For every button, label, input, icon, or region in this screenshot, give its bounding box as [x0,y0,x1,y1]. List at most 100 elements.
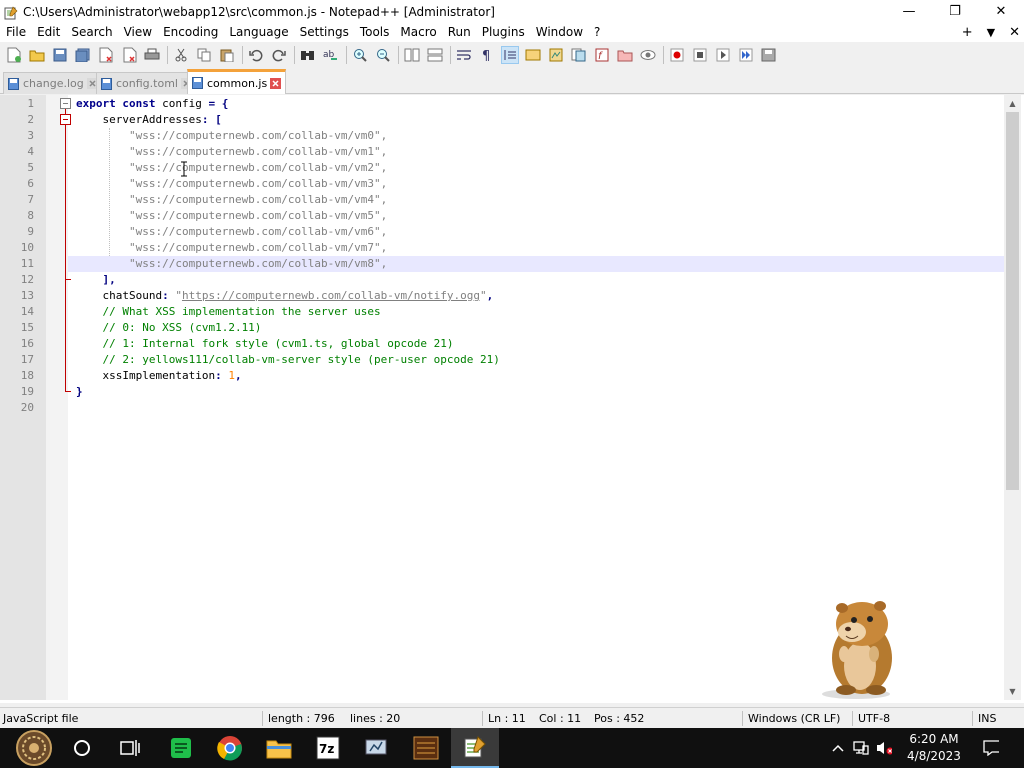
tab-close-icon[interactable] [270,77,282,89]
minimize-button[interactable]: — [886,0,932,23]
run-macro-multiple-icon[interactable] [737,46,755,64]
tab-change-log[interactable]: change.log [3,72,103,94]
cut-icon[interactable] [172,46,190,64]
toolbar: ab ¶ f [0,42,1024,67]
volume-muted-icon[interactable] [876,740,892,756]
open-file-icon[interactable] [28,46,46,64]
cortana-button[interactable] [58,728,106,768]
menu-tools[interactable]: Tools [354,23,395,42]
paste-icon[interactable] [218,46,236,64]
menu-plugins[interactable]: Plugins [476,23,530,42]
menu-view[interactable]: View [118,23,157,42]
scroll-up-arrow-icon[interactable]: ▲ [1004,95,1021,112]
word-wrap-icon[interactable] [455,46,473,64]
tab-config-toml[interactable]: config.toml [96,72,197,94]
function-list-icon[interactable]: f [593,46,611,64]
task-view-button[interactable] [106,728,154,768]
code-lines: 1 export const config = { 2 serverAddres… [21,96,1004,416]
toolbar-separator [346,45,347,64]
document-map-icon[interactable] [547,46,565,64]
line-number: 17 [20,353,34,366]
record-macro-icon[interactable] [668,46,686,64]
new-tab-button[interactable]: + [962,25,973,40]
menu-run[interactable]: Run [442,23,476,42]
taskbar-app-notepad-plus-plus[interactable] [451,728,499,768]
replace-icon[interactable]: ab [322,46,340,64]
hamster-desktop-pet-icon[interactable] [816,596,904,700]
menu-macro[interactable]: Macro [394,23,441,42]
taskbar-app-file-explorer[interactable] [255,728,303,768]
taskbar-clock[interactable]: 6:20 AM 4/8/2023 [898,731,970,765]
menu-settings[interactable]: Settings [294,23,354,42]
toolbar-separator [398,45,399,64]
sync-vertical-scroll-icon[interactable] [403,46,421,64]
start-button[interactable] [10,728,58,768]
action-center-icon[interactable] [983,740,999,756]
status-insert-mode[interactable]: INS [978,712,996,725]
restore-button[interactable]: ❐ [932,0,978,23]
menu-file[interactable]: File [0,23,31,42]
redo-icon[interactable] [270,46,288,64]
document-list-icon[interactable] [570,46,588,64]
code-line: 15 // 0: No XSS (cvm1.2.11) [21,320,1004,336]
folder-as-workspace-icon[interactable] [616,46,634,64]
menu-search[interactable]: Search [65,23,117,42]
scrollbar-thumb[interactable] [1006,112,1019,490]
menu-window[interactable]: Window [530,23,588,42]
line-number: 9 [27,225,34,238]
tab-common-js[interactable]: common.js [187,69,287,94]
taskbar-app-notepad-green[interactable] [157,728,205,768]
line-text: // 1: Internal fork style (cvm1.ts, glob… [76,337,454,350]
indent-guide-icon[interactable] [501,45,519,64]
print-icon[interactable] [143,46,161,64]
new-file-icon[interactable] [5,46,23,64]
close-document-button[interactable]: ✕ [1009,25,1020,40]
taskbar-app-game[interactable] [402,728,450,768]
line-text: serverAddresses: [ [102,113,222,126]
notepad-plus-plus-window: C:\Users\Administrator\webapp12\src\comm… [0,0,1024,768]
game-app-icon [413,736,439,760]
close-button[interactable]: ✕ [978,0,1024,23]
monitoring-icon[interactable] [639,46,657,64]
zoom-out-icon[interactable] [374,46,392,64]
show-all-characters-icon[interactable]: ¶ [478,46,496,64]
playback-macro-icon[interactable] [714,46,732,64]
taskbar-app-7zip[interactable]: 7z [304,728,352,768]
line-text: "wss://computernewb.com/collab-vm/vm7", [76,241,388,254]
status-eol-format[interactable]: Windows (CR LF) [748,712,840,725]
line-text: // 0: No XSS (cvm1.2.11) [76,321,262,334]
menu-help[interactable]: ? [588,23,605,42]
line-number: 7 [27,193,34,206]
fold-range-line [65,279,66,391]
save-macro-icon[interactable] [760,46,778,64]
line-number: 8 [27,209,34,222]
code-line: 6 "wss://computernewb.com/collab-vm/vm3"… [27,176,1004,192]
menu-language[interactable]: Language [223,23,293,42]
close-file-icon[interactable] [97,46,115,64]
show-hidden-icons-chevron-icon[interactable] [830,740,846,756]
copy-icon[interactable] [195,46,213,64]
tab-list-dropdown-button[interactable]: ▼ [987,26,995,39]
line-text: // 2: yellows111/collab-vm-server style … [76,353,500,366]
status-encoding[interactable]: UTF-8 [858,712,890,725]
save-icon[interactable] [51,46,69,64]
undo-icon[interactable] [247,46,265,64]
network-icon[interactable] [853,740,869,756]
taskbar-app-chrome[interactable] [206,728,254,768]
line-text: "wss://computernewb.com/collab-vm/vm2", [76,161,388,174]
scroll-down-arrow-icon[interactable]: ▼ [1004,683,1021,700]
status-length: length : 796 [268,712,335,725]
user-defined-language-icon[interactable] [524,46,542,64]
line-text: "wss://computernewb.com/collab-vm/vm5", [76,209,388,222]
find-icon[interactable] [299,46,317,64]
menu-encoding[interactable]: Encoding [157,23,223,42]
save-all-icon[interactable] [74,46,92,64]
close-all-icon[interactable] [120,46,138,64]
vertical-scrollbar[interactable]: ▲ ▼ [1004,95,1021,700]
zoom-in-icon[interactable] [351,46,369,64]
menu-edit[interactable]: Edit [31,23,65,42]
stop-recording-icon[interactable] [691,46,709,64]
sync-horizontal-scroll-icon[interactable] [426,46,444,64]
taskbar-app-system-tool[interactable] [353,728,401,768]
cortana-circle-icon [74,740,90,756]
